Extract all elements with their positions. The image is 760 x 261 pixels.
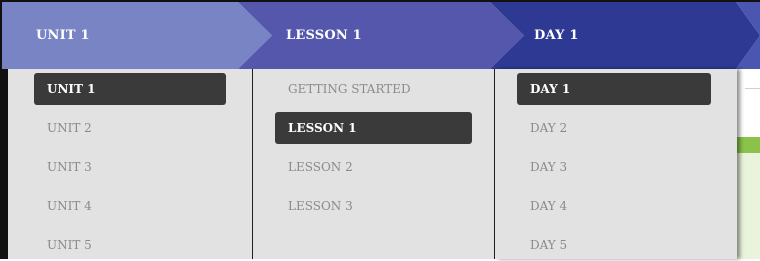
breadcrumb: UNIT 1 LESSON 1 DAY 1	[2, 2, 760, 69]
breadcrumb-arrows	[2, 2, 760, 69]
day-dropdown: DAY 1 DAY 2 DAY 3 DAY 4 DAY 5	[495, 69, 737, 259]
unit-option[interactable]: UNIT 2	[34, 112, 226, 144]
content-divider	[745, 88, 760, 89]
day-option[interactable]: DAY 1	[517, 73, 711, 105]
day-option[interactable]: DAY 3	[517, 151, 711, 183]
unit-option[interactable]: UNIT 4	[34, 190, 226, 222]
day-option[interactable]: DAY 2	[517, 112, 711, 144]
day-option[interactable]: DAY 5	[517, 229, 711, 261]
lesson-dropdown: GETTING STARTED LESSON 1 LESSON 2 LESSON…	[253, 69, 495, 259]
breadcrumb-day-segment[interactable]	[490, 2, 760, 69]
unit-option[interactable]: UNIT 1	[34, 73, 226, 105]
lesson-option[interactable]: LESSON 1	[275, 112, 472, 144]
lesson-option[interactable]: LESSON 3	[275, 190, 472, 222]
breadcrumb-unit-label[interactable]: UNIT 1	[36, 2, 90, 69]
breadcrumb-lesson-label[interactable]: LESSON 1	[286, 2, 362, 69]
breadcrumb-lesson-segment[interactable]	[238, 2, 524, 69]
unit-option[interactable]: UNIT 3	[34, 151, 226, 183]
breadcrumb-day-label[interactable]: DAY 1	[534, 2, 579, 69]
lesson-option[interactable]: LESSON 2	[275, 151, 472, 183]
unit-dropdown: UNIT 1 UNIT 2 UNIT 3 UNIT 4 UNIT 5	[8, 69, 253, 259]
unit-option[interactable]: UNIT 5	[34, 229, 226, 261]
day-option[interactable]: DAY 4	[517, 190, 711, 222]
lesson-option[interactable]: GETTING STARTED	[275, 73, 472, 105]
